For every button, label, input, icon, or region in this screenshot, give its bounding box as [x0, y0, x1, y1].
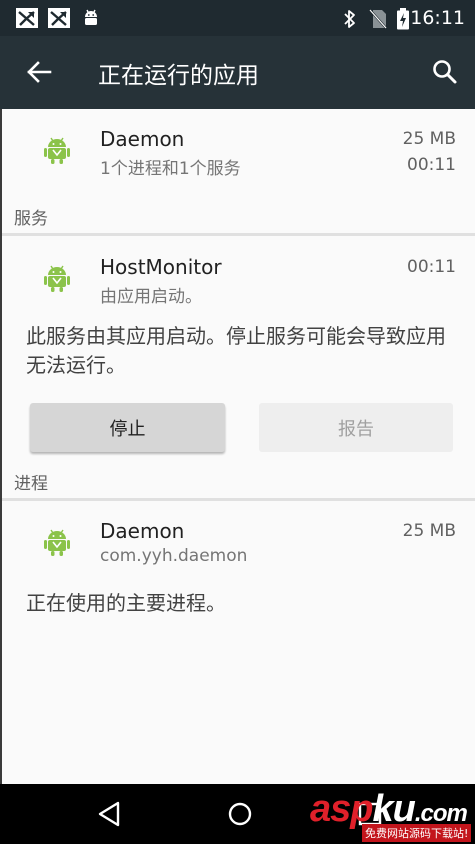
process-memory-size: 25 MB: [402, 521, 456, 541]
app-summary-subtitle: 1个进程和1个服务: [100, 159, 241, 179]
report-button[interactable]: 报告: [259, 403, 453, 452]
watermark-tagline: 免费网站源码下载站!: [362, 824, 472, 842]
nav-home-icon[interactable]: [227, 801, 253, 831]
app-name: Daemon: [100, 127, 185, 151]
no-sim-icon: [369, 9, 387, 33]
service-row[interactable]: HostMonitor 由应用启动。 00:11: [2, 237, 475, 307]
service-subtitle: 由应用启动。: [100, 287, 202, 307]
no-signal-icon: [48, 8, 70, 32]
bluetooth-icon: [343, 9, 357, 33]
content-area: Daemon 1个进程和1个服务 25 MB 00:11 服务 HostMoni…: [0, 109, 475, 784]
app-bar: 正在运行的应用: [0, 36, 475, 109]
processes-section-header: 进程: [14, 474, 48, 494]
search-icon[interactable]: [432, 59, 458, 89]
services-section-header: 服务: [14, 209, 48, 229]
service-name: HostMonitor: [100, 255, 222, 279]
stop-button[interactable]: 停止: [30, 403, 225, 452]
android-app-icon: [42, 135, 72, 169]
android-debug-icon: [82, 8, 100, 32]
page-title: 正在运行的应用: [98, 63, 259, 89]
section-divider: [2, 233, 475, 236]
android-app-icon: [42, 527, 72, 561]
app-summary-row[interactable]: Daemon 1个进程和1个服务 25 MB 00:11: [2, 109, 475, 197]
process-description: 正在使用的主要进程。: [26, 591, 226, 615]
watermark: aspku.com 免费网站源码下载站!: [310, 784, 475, 844]
status-time: 16:11: [410, 7, 465, 29]
app-run-time: 00:11: [407, 155, 456, 175]
no-signal-icon: [16, 8, 38, 32]
arrow-back-icon[interactable]: [26, 60, 52, 88]
process-row[interactable]: Daemon com.yyh.daemon 25 MB: [2, 501, 475, 576]
nav-back-icon[interactable]: [96, 800, 122, 832]
app-memory-size: 25 MB: [402, 129, 456, 149]
process-name: Daemon: [100, 519, 185, 543]
status-bar: 16:11: [0, 0, 475, 36]
service-description: 此服务由其应用启动。停止服务可能会导致应用无法运行。: [26, 324, 446, 377]
service-run-time: 00:11: [407, 257, 456, 277]
process-package: com.yyh.daemon: [100, 546, 248, 566]
battery-charging-icon: [396, 8, 410, 34]
android-app-icon: [42, 263, 72, 297]
